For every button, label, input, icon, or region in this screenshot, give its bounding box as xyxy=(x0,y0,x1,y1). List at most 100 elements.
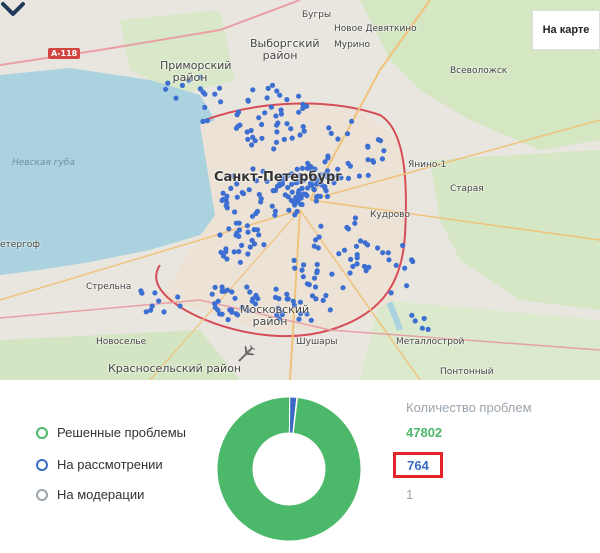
problem-marker[interactable] xyxy=(314,270,320,276)
problem-marker[interactable] xyxy=(269,82,276,88)
problem-marker[interactable] xyxy=(212,91,218,97)
problem-marker[interactable] xyxy=(231,249,237,255)
problem-marker[interactable] xyxy=(281,136,287,142)
problem-marker[interactable] xyxy=(256,115,262,121)
problem-marker[interactable] xyxy=(409,257,415,263)
problem-marker[interactable] xyxy=(312,284,319,290)
problem-marker[interactable] xyxy=(235,123,241,129)
problem-marker[interactable] xyxy=(209,291,215,297)
problem-marker[interactable] xyxy=(298,201,304,207)
problem-marker[interactable] xyxy=(294,208,300,215)
problem-marker[interactable] xyxy=(313,296,319,302)
problem-marker[interactable] xyxy=(380,250,386,256)
problem-marker[interactable] xyxy=(326,125,332,131)
problem-marker[interactable] xyxy=(301,128,307,134)
problem-marker[interactable] xyxy=(365,172,371,178)
problem-marker[interactable] xyxy=(259,135,265,141)
problem-marker[interactable] xyxy=(336,251,342,257)
problem-marker[interactable] xyxy=(218,249,224,255)
problem-marker[interactable] xyxy=(212,284,218,290)
problem-marker[interactable] xyxy=(299,267,305,273)
problem-marker[interactable] xyxy=(289,189,295,195)
problem-marker[interactable] xyxy=(254,208,261,214)
problem-marker[interactable] xyxy=(296,93,302,99)
problem-marker[interactable] xyxy=(282,192,288,198)
problem-marker[interactable] xyxy=(273,286,279,292)
problem-marker[interactable] xyxy=(284,291,290,297)
problem-marker[interactable] xyxy=(366,264,372,270)
problem-marker[interactable] xyxy=(152,290,158,296)
problem-marker[interactable] xyxy=(236,220,242,226)
problem-marker[interactable] xyxy=(308,317,314,323)
problem-marker[interactable] xyxy=(305,185,311,191)
problem-marker[interactable] xyxy=(245,229,251,235)
problem-marker[interactable] xyxy=(204,118,210,124)
problem-marker[interactable] xyxy=(296,109,302,115)
problem-marker[interactable] xyxy=(288,126,294,132)
problem-marker[interactable] xyxy=(161,309,167,315)
problem-marker[interactable] xyxy=(276,296,282,302)
problem-marker[interactable] xyxy=(270,188,276,194)
problem-marker[interactable] xyxy=(409,312,415,318)
problem-marker[interactable] xyxy=(250,87,256,93)
problem-marker[interactable] xyxy=(177,303,183,309)
problem-marker[interactable] xyxy=(245,97,251,103)
problem-marker[interactable] xyxy=(354,255,360,261)
problem-marker[interactable] xyxy=(215,298,221,304)
problem-marker[interactable] xyxy=(375,137,381,143)
problem-marker[interactable] xyxy=(262,110,268,116)
problem-marker[interactable] xyxy=(253,292,259,298)
problem-marker[interactable] xyxy=(274,122,280,128)
problem-marker[interactable] xyxy=(249,237,255,243)
problem-marker[interactable] xyxy=(235,109,242,115)
problem-marker[interactable] xyxy=(249,142,255,148)
problem-marker[interactable] xyxy=(316,234,322,240)
problem-marker[interactable] xyxy=(315,193,321,199)
problem-marker[interactable] xyxy=(288,197,294,203)
problem-marker[interactable] xyxy=(284,296,290,302)
problem-marker[interactable] xyxy=(246,187,252,193)
problem-marker[interactable] xyxy=(300,124,306,130)
problem-marker[interactable] xyxy=(215,307,221,313)
problem-marker[interactable] xyxy=(273,139,280,145)
problem-marker[interactable] xyxy=(273,113,279,119)
problem-marker[interactable] xyxy=(240,191,247,197)
problem-marker[interactable] xyxy=(247,289,253,295)
problem-marker[interactable] xyxy=(237,259,243,265)
problem-marker[interactable] xyxy=(139,290,145,296)
problem-marker[interactable] xyxy=(297,132,303,138)
problem-marker[interactable] xyxy=(259,121,265,128)
problem-marker[interactable] xyxy=(311,243,317,249)
problem-marker[interactable] xyxy=(356,173,362,179)
problem-marker[interactable] xyxy=(277,92,283,98)
problem-marker[interactable] xyxy=(256,191,262,198)
problem-marker[interactable] xyxy=(385,250,391,256)
problem-marker[interactable] xyxy=(278,107,284,113)
problem-marker[interactable] xyxy=(173,95,179,101)
problem-marker[interactable] xyxy=(352,215,358,221)
problem-marker[interactable] xyxy=(218,99,224,105)
problem-marker[interactable] xyxy=(256,232,262,238)
problem-marker[interactable] xyxy=(345,160,351,166)
problem-marker[interactable] xyxy=(340,285,346,291)
problem-marker[interactable] xyxy=(352,220,358,226)
problem-marker[interactable] xyxy=(249,213,256,219)
problem-marker[interactable] xyxy=(272,208,278,214)
problem-marker[interactable] xyxy=(228,185,234,191)
problem-marker[interactable] xyxy=(365,143,371,149)
problem-marker[interactable] xyxy=(325,153,331,159)
problem-marker[interactable] xyxy=(400,242,406,249)
problem-marker[interactable] xyxy=(284,97,290,103)
problem-marker[interactable] xyxy=(285,184,291,191)
problem-marker[interactable] xyxy=(353,243,360,249)
problem-marker[interactable] xyxy=(324,193,331,200)
problem-marker[interactable] xyxy=(268,104,274,110)
problem-marker[interactable] xyxy=(311,186,317,192)
problem-marker[interactable] xyxy=(284,121,290,127)
problem-marker[interactable] xyxy=(347,270,353,276)
problem-marker[interactable] xyxy=(236,248,242,255)
problem-marker[interactable] xyxy=(329,271,335,277)
problem-marker[interactable] xyxy=(143,309,149,315)
problem-marker[interactable] xyxy=(300,274,306,280)
problem-marker[interactable] xyxy=(163,86,169,92)
